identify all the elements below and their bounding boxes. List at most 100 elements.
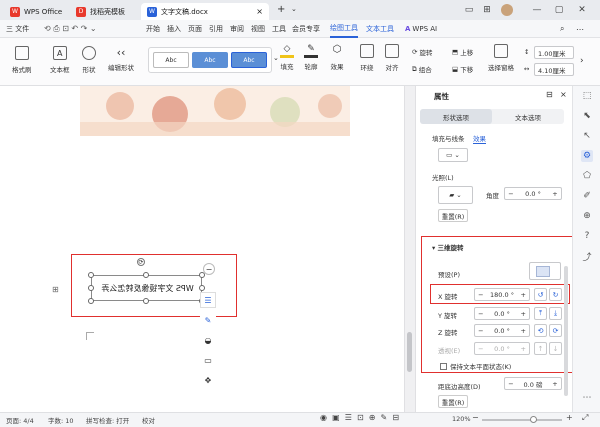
increment-icon[interactable]: + — [517, 310, 529, 318]
resize-handle[interactable] — [88, 272, 94, 278]
brush-tool-icon[interactable]: ✐ — [581, 190, 593, 202]
collapse-icon[interactable]: − — [203, 263, 215, 275]
tab-document[interactable]: W 文字文稿.docx × — [141, 3, 269, 20]
cursor-alt-icon[interactable]: ↖ — [581, 130, 593, 142]
chevron-down-icon[interactable]: ⌄ — [291, 5, 297, 13]
wrap-button[interactable]: 环绕 — [360, 44, 374, 72]
send-down-button[interactable]: ⬓ 下移 — [452, 64, 473, 74]
y-rotation-stepper[interactable]: − 0.0 ° + — [474, 307, 530, 320]
section-3d-rotation[interactable]: ▾ 三维旋转 — [432, 242, 464, 252]
avatar[interactable] — [500, 3, 514, 17]
properties-icon[interactable]: ⬚ — [581, 90, 593, 102]
lighting-dropdown[interactable]: ▰ ⌄ — [438, 186, 473, 204]
effect-button[interactable]: ⬡ 效果 — [330, 44, 344, 71]
menu-tools[interactable]: 工具 — [272, 20, 286, 38]
panel-scrollbar[interactable] — [564, 266, 568, 396]
format-painter-button[interactable]: 格式刷 — [12, 46, 32, 74]
textbox-text[interactable]: WPS 文字镜像反转怎么弄 — [92, 283, 203, 294]
decrement-icon[interactable]: − — [475, 345, 487, 353]
subtab-effect[interactable]: 效果 — [473, 133, 486, 144]
rotate-up-y-icon[interactable]: ⤒ — [534, 307, 547, 320]
group-button[interactable]: ⧉ 组合 — [412, 64, 432, 75]
proofread[interactable]: 校对 — [142, 415, 155, 425]
status-icons[interactable]: ◉ ▣ ☰ ⊡ ⊕ ✎ ⊟ — [320, 413, 399, 422]
decrement-icon[interactable]: − — [475, 310, 487, 318]
document-page[interactable]: ⟳ WPS 文字镜像反转怎么弄 ⊞ − ☰ ✎ ◒ ▭ ✥ — [0, 86, 405, 412]
shadow-preset-dropdown[interactable]: ▭ ⌄ — [438, 148, 468, 162]
textbox-button[interactable]: A 文本框 — [50, 46, 70, 74]
zoom-value[interactable]: 120% — [452, 415, 471, 423]
share-icon[interactable]: ⤴ — [581, 250, 593, 263]
distance-stepper[interactable]: − 0.0 磅 + — [504, 377, 562, 390]
fill-button[interactable]: ◇ 填充 — [280, 44, 294, 71]
menu-review[interactable]: 审阅 — [230, 20, 244, 38]
tab-docer[interactable]: D 找稻壳模板 — [70, 3, 138, 20]
grid-icon[interactable]: ⊞ — [480, 3, 494, 17]
tab-shape-options[interactable]: 形状选项 — [420, 109, 492, 124]
outline-button[interactable]: ✎ 轮廓 — [304, 44, 318, 71]
reset-button[interactable]: 重置(R) — [438, 209, 468, 222]
menu-wps-ai[interactable]: A WPS AI — [405, 20, 437, 38]
zoom-in-icon[interactable]: + — [566, 413, 573, 422]
new-tab-icon[interactable]: + — [277, 4, 285, 15]
fill-bucket-icon[interactable]: ◒ — [200, 332, 216, 348]
close-tab-icon[interactable]: × — [256, 7, 263, 16]
selection-pane-button[interactable]: 选择窗格 — [488, 44, 514, 72]
rotate-handle-icon[interactable]: ⟳ — [137, 258, 145, 266]
rotate-cw-z-icon[interactable]: ⟳ — [549, 324, 562, 337]
fullscreen-icon[interactable]: ⤢ — [582, 413, 588, 423]
tab-wps-office[interactable]: W WPS Office — [4, 3, 66, 20]
shape-tool-icon[interactable]: ⬠ — [581, 170, 593, 182]
pen-icon[interactable]: ✎ — [200, 312, 216, 328]
window-layout-icon[interactable]: ▭ — [462, 3, 476, 17]
increment-icon[interactable]: + — [517, 345, 529, 353]
increment-icon[interactable]: + — [549, 380, 561, 388]
pin-icon[interactable]: ⊟ — [546, 90, 553, 99]
z-rotation-stepper[interactable]: − 0.0 ° + — [474, 324, 530, 337]
resize-handle[interactable] — [143, 272, 149, 278]
search-icon[interactable]: ⌕ — [560, 20, 564, 38]
x-rotation-stepper[interactable]: − 180.0 ° + — [474, 288, 530, 301]
keep-text-flat-checkbox[interactable]: 保持文本平面状态(K) — [440, 361, 511, 371]
perspective-up-icon[interactable]: ↑ — [534, 342, 547, 355]
decrement-icon[interactable]: − — [505, 380, 517, 388]
word-count[interactable]: 字数: 10 — [48, 415, 74, 425]
perspective-stepper[interactable]: − 0.0 ° + — [474, 342, 530, 355]
more-icon[interactable]: ⋯ — [581, 392, 593, 404]
quick-access-icons[interactable]: ⟲ ⎙ ⊡ ↶ ↷ ⌄ — [44, 20, 97, 38]
perspective-down-icon[interactable]: ↓ — [549, 342, 562, 355]
style-swatch-3[interactable]: Abc — [230, 52, 267, 68]
more-icon[interactable]: ⋯ — [576, 20, 584, 38]
resize-handle[interactable] — [88, 285, 94, 291]
zoom-slider-thumb[interactable] — [530, 416, 537, 423]
resize-handle[interactable] — [143, 298, 149, 304]
height-input[interactable]: 1.00厘米 — [534, 46, 574, 59]
page-indicator[interactable]: 页面: 4/4 — [6, 415, 34, 425]
decrement-icon[interactable]: − — [505, 190, 517, 198]
layout-options-icon[interactable]: ☰ — [200, 292, 216, 308]
width-input[interactable]: 4.10厘米 — [534, 63, 574, 76]
more-tools-icon[interactable]: ✥ — [200, 372, 216, 388]
rotate-left-x-icon[interactable]: ↺ — [534, 288, 547, 301]
shape-button[interactable]: 形状 — [82, 46, 96, 74]
format-icon[interactable]: ⊕ — [581, 210, 593, 222]
menu-page[interactable]: 页面 — [188, 20, 202, 38]
rotate-right-x-icon[interactable]: ↻ — [549, 288, 562, 301]
increment-icon[interactable]: + — [549, 190, 561, 198]
decrement-icon[interactable]: − — [475, 327, 487, 335]
resize-handle[interactable] — [199, 285, 205, 291]
rotate-button[interactable]: ⟳ 旋转 — [412, 47, 433, 57]
chevron-right-icon[interactable]: › — [580, 56, 584, 66]
outline-color-icon[interactable]: ▭ — [200, 352, 216, 368]
menu-text-tools[interactable]: 文本工具 — [366, 20, 394, 38]
resize-handle[interactable] — [88, 298, 94, 304]
help-icon[interactable]: ? — [581, 230, 593, 242]
vertical-scrollbar[interactable] — [404, 86, 415, 412]
close-panel-icon[interactable]: × — [560, 90, 567, 99]
style-swatch-1[interactable]: Abc — [153, 52, 190, 68]
scrollbar-thumb[interactable] — [407, 332, 412, 372]
menu-draw-tools[interactable]: 绘图工具 — [330, 20, 358, 38]
menu-view[interactable]: 视图 — [251, 20, 265, 38]
menu-file[interactable]: 三 文件 — [6, 20, 29, 38]
minimize-icon[interactable]: — — [530, 3, 544, 17]
